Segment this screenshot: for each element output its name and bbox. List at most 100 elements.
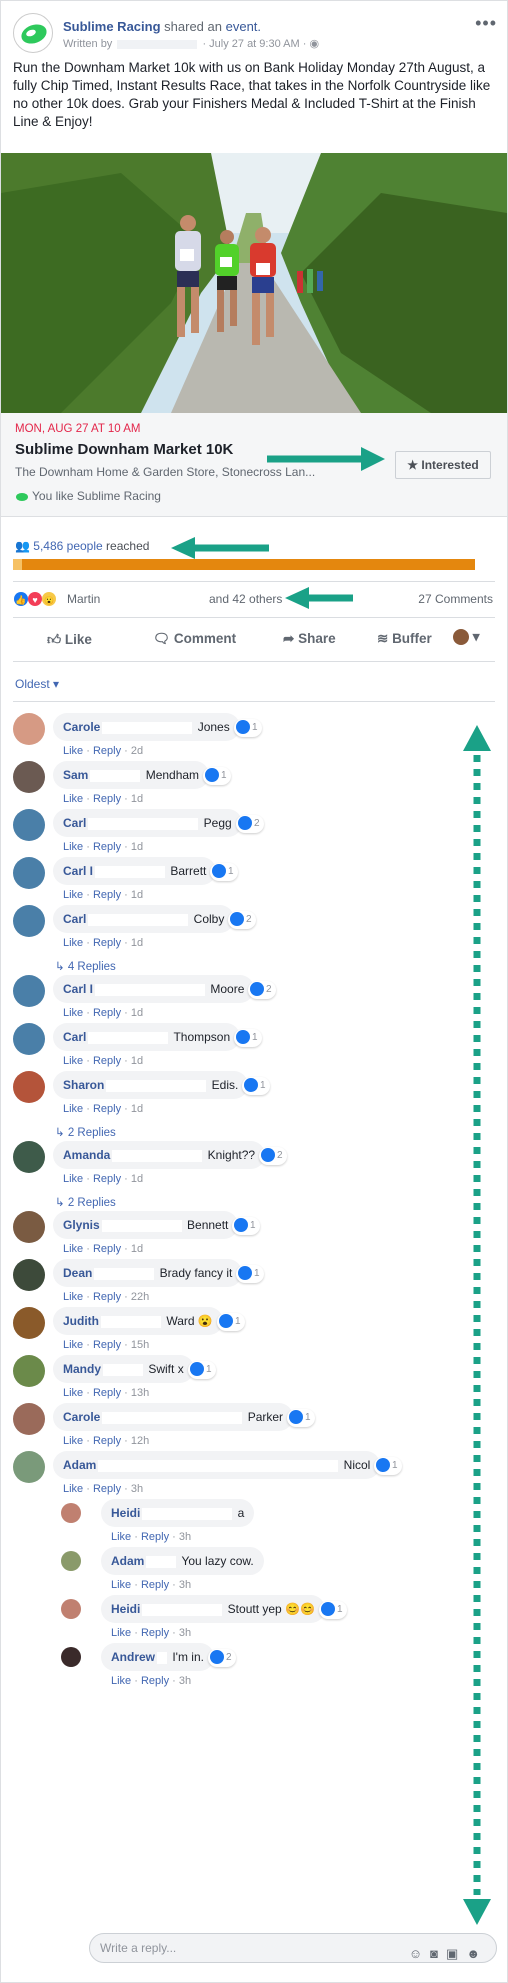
commenter-name[interactable]: Adam — [63, 1458, 96, 1472]
comment-time[interactable]: 3h — [179, 1579, 191, 1591]
comment-reaction-count[interactable]: 1 — [210, 863, 238, 881]
comment-time[interactable]: 15h — [131, 1339, 149, 1351]
commenter-name[interactable]: Dean — [63, 1266, 92, 1280]
comment-time[interactable]: 1d — [131, 1173, 143, 1185]
comment-like-link[interactable]: Like — [111, 1675, 131, 1687]
comment-like-link[interactable]: Like — [63, 937, 83, 949]
reaction-name[interactable]: Martin — [67, 592, 100, 606]
commenter-name[interactable]: Andrew — [111, 1650, 155, 1664]
comment-reply-link[interactable]: Reply — [141, 1531, 169, 1543]
commenter-name[interactable]: Judith — [63, 1314, 99, 1328]
comment-reaction-count[interactable]: 1 — [287, 1409, 315, 1427]
event-title[interactable]: Sublime Downham Market 10K — [15, 441, 233, 458]
comment-button[interactable]: 🗨︎ Comment — [153, 631, 236, 647]
avatar[interactable] — [13, 975, 45, 1007]
comment-time[interactable]: 12h — [131, 1435, 149, 1447]
comment-reaction-count[interactable]: 1 — [188, 1361, 216, 1379]
comment-reaction-count[interactable]: 2 — [259, 1147, 287, 1165]
commenter-name[interactable]: Sam — [63, 768, 88, 782]
comment-reply-link[interactable]: Reply — [93, 889, 121, 901]
comment-reaction-count[interactable]: 1 — [374, 1457, 402, 1475]
comment-time[interactable]: 2d — [131, 745, 143, 757]
comment-time[interactable]: 1d — [131, 841, 143, 853]
comment-reply-link[interactable]: Reply — [93, 1103, 121, 1115]
commenter-name[interactable]: Carl I — [63, 864, 93, 878]
comment-time[interactable]: 1d — [131, 1007, 143, 1019]
commenter-name[interactable]: Carole — [63, 720, 100, 734]
comment-reaction-count[interactable]: 2 — [248, 981, 276, 999]
comment-time[interactable]: 3h — [179, 1627, 191, 1639]
comment-reaction-count[interactable]: 1 — [319, 1601, 347, 1619]
comment-like-link[interactable]: Like — [63, 1339, 83, 1351]
comment-time[interactable]: 1d — [131, 889, 143, 901]
event-box[interactable]: MON, AUG 27 AT 10 AM Sublime Downham Mar… — [1, 413, 507, 517]
comment-reply-link[interactable]: Reply — [93, 841, 121, 853]
emoji-icon[interactable]: ☺ — [409, 1946, 430, 1961]
event-link[interactable]: event. — [226, 19, 261, 34]
avatar[interactable] — [61, 1503, 81, 1523]
commenter-name[interactable]: Adam — [111, 1554, 144, 1568]
comment-like-link[interactable]: Like — [63, 889, 83, 901]
interested-button[interactable]: ★ Interested — [395, 451, 491, 479]
comment-time[interactable]: 1d — [131, 1243, 143, 1255]
avatar[interactable] — [13, 1259, 45, 1291]
avatar[interactable] — [13, 1451, 45, 1483]
view-replies-link[interactable]: ↳ 2 Replies — [55, 1195, 116, 1209]
comment-reply-link[interactable]: Reply — [93, 1339, 121, 1351]
commenter-name[interactable]: Carl I — [63, 982, 93, 996]
comment-time[interactable]: 13h — [131, 1387, 149, 1399]
commenter-name[interactable]: Carl — [63, 816, 86, 830]
comment-reply-link[interactable]: Reply — [93, 1291, 121, 1303]
comment-like-link[interactable]: Like — [63, 793, 83, 805]
avatar[interactable] — [13, 809, 45, 841]
avatar[interactable] — [13, 1141, 45, 1173]
sort-comments[interactable]: Oldest ▾ — [15, 677, 59, 691]
comment-like-link[interactable]: Like — [63, 1055, 83, 1067]
comment-reply-link[interactable]: Reply — [141, 1579, 169, 1591]
comment-like-link[interactable]: Like — [111, 1627, 131, 1639]
comment-reaction-count[interactable]: 2 — [236, 815, 264, 833]
comment-time[interactable]: 1d — [131, 793, 143, 805]
avatar[interactable] — [13, 857, 45, 889]
comment-reaction-count[interactable]: 1 — [203, 767, 231, 785]
comment-reply-link[interactable]: Reply — [141, 1675, 169, 1687]
comment-like-link[interactable]: Like — [63, 745, 83, 757]
commenter-name[interactable]: Heidi — [111, 1506, 140, 1520]
comment-reply-link[interactable]: Reply — [93, 937, 121, 949]
avatar[interactable] — [13, 1211, 45, 1243]
comment-like-link[interactable]: Like — [63, 1007, 83, 1019]
avatar[interactable] — [13, 1403, 45, 1435]
comment-time[interactable]: 22h — [131, 1291, 149, 1303]
comment-reply-link[interactable]: Reply — [93, 1173, 121, 1185]
comment-like-link[interactable]: Like — [111, 1579, 131, 1591]
reaction-others[interactable]: and 42 others — [209, 592, 282, 606]
write-reply-input[interactable]: Write a reply... ☺◙▣☻ — [89, 1933, 497, 1963]
comment-like-link[interactable]: Like — [63, 1103, 83, 1115]
comment-reaction-count[interactable]: 1 — [242, 1077, 270, 1095]
commenter-name[interactable]: Carl — [63, 912, 86, 926]
like-button[interactable]: 👍︎ Like — [47, 631, 92, 648]
avatar[interactable] — [13, 1355, 45, 1387]
more-options-icon[interactable]: ••• — [475, 13, 497, 34]
comment-reaction-count[interactable]: 1 — [236, 1265, 264, 1283]
commenter-name[interactable]: Amanda — [63, 1148, 110, 1162]
avatar[interactable] — [13, 1023, 45, 1055]
view-replies-link[interactable]: ↳ 2 Replies — [55, 1125, 116, 1139]
commenter-name[interactable]: Heidi — [111, 1602, 140, 1616]
comment-time[interactable]: 3h — [179, 1675, 191, 1687]
comment-reply-link[interactable]: Reply — [93, 1387, 121, 1399]
avatar[interactable] — [13, 1307, 45, 1339]
audience-selector[interactable]: ▾ — [453, 629, 480, 646]
buffer-button[interactable]: ≋ Buffer — [377, 631, 432, 647]
comment-reply-link[interactable]: Reply — [93, 793, 121, 805]
comment-reply-link[interactable]: Reply — [93, 1055, 121, 1067]
avatar[interactable] — [13, 761, 45, 793]
comment-time[interactable]: 3h — [179, 1531, 191, 1543]
page-name-link[interactable]: Sublime Racing — [63, 19, 161, 34]
reach-count[interactable]: 5,486 people — [33, 539, 102, 553]
avatar[interactable] — [13, 1071, 45, 1103]
comment-reaction-count[interactable]: 2 — [208, 1649, 236, 1667]
comment-like-link[interactable]: Like — [63, 841, 83, 853]
comment-time[interactable]: 1d — [131, 1103, 143, 1115]
comment-reply-link[interactable]: Reply — [141, 1627, 169, 1639]
